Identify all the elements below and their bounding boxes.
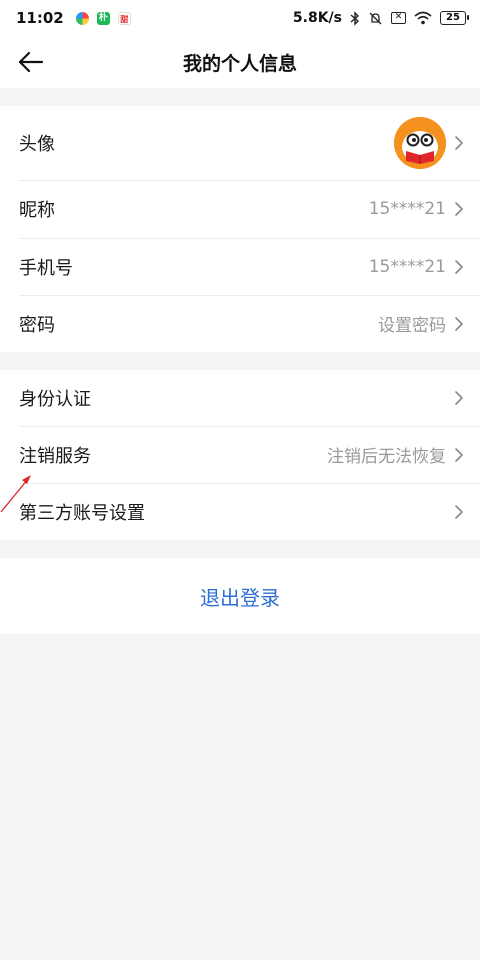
- phone-row[interactable]: 手机号 15****21: [0, 238, 480, 295]
- status-time: 11:02: [16, 9, 64, 27]
- profile-info-group: 头像 昵称 15****21 手机号 15****21 密码 设置密码: [0, 106, 480, 352]
- battery-icon: 25: [440, 11, 469, 25]
- page-title: 我的个人信息: [182, 52, 297, 75]
- nickname-row[interactable]: 昵称 15****21: [0, 180, 480, 238]
- account-settings-group: 身份认证 注销服务 注销后无法恢复 第三方账号设置: [0, 370, 480, 540]
- app-notification-icon: [75, 11, 89, 25]
- avatar-row[interactable]: 头像: [0, 106, 480, 180]
- row-value: 15****21: [368, 199, 446, 219]
- avatar: [394, 117, 446, 169]
- identity-verification-row[interactable]: 身份认证: [0, 370, 480, 426]
- mute-bell-icon: [369, 12, 382, 24]
- row-label: 头像: [19, 134, 55, 155]
- row-label: 身份认证: [19, 389, 91, 410]
- nav-header: 我的个人信息: [0, 36, 480, 88]
- app-notification-icon: 朴: [96, 11, 110, 25]
- row-label: 昵称: [19, 200, 55, 221]
- account-cancellation-row[interactable]: 注销服务 注销后无法恢复: [0, 426, 480, 483]
- password-row[interactable]: 密码 设置密码: [0, 295, 480, 352]
- bluetooth-icon: [350, 10, 360, 26]
- status-bar-left: 11:02 朴 甜: [16, 9, 131, 27]
- chevron-right-icon: [455, 136, 463, 150]
- avatar-cartoon-icon: [394, 117, 446, 169]
- status-bar-right: 5.8K/s ✕ 25: [292, 10, 469, 26]
- app-notification-icon: 甜: [117, 11, 131, 25]
- chevron-right-icon: [455, 504, 463, 519]
- row-value: 15****21: [368, 256, 446, 277]
- wifi-icon: [414, 11, 432, 25]
- status-bar: 11:02 朴 甜 5.8K/s ✕ 25: [0, 0, 480, 36]
- row-label: 手机号: [19, 257, 73, 279]
- chevron-right-icon: [455, 391, 463, 405]
- notification-x-icon: ✕: [391, 12, 406, 24]
- annotation-arrow-icon: [0, 475, 31, 513]
- row-label: 注销服务: [19, 445, 91, 467]
- chevron-right-icon: [455, 316, 463, 331]
- third-party-accounts-row[interactable]: 第三方账号设置: [0, 483, 480, 540]
- chevron-right-icon: [455, 259, 463, 274]
- logout-button[interactable]: 退出登录: [0, 558, 480, 634]
- chevron-right-icon: [455, 202, 463, 216]
- network-speed: 5.8K/s: [292, 10, 342, 26]
- row-label: 密码: [19, 314, 55, 336]
- chevron-right-icon: [455, 447, 463, 462]
- logout-label: 退出登录: [200, 585, 280, 610]
- row-value: 设置密码: [378, 316, 446, 336]
- arrow-left-icon[interactable]: [18, 49, 44, 75]
- row-value: 注销后无法恢复: [327, 447, 446, 467]
